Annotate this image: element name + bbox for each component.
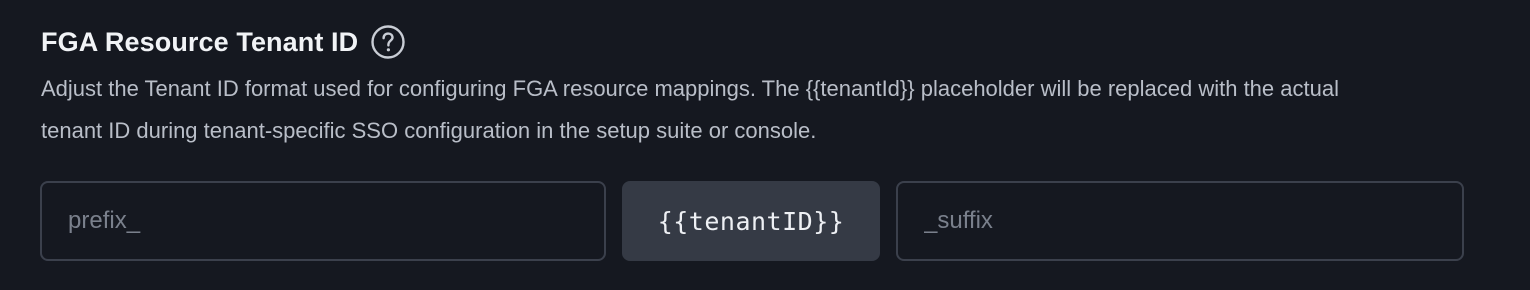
fga-resource-tenant-id-section: FGA Resource Tenant ID Adjust the Tenant… bbox=[0, 0, 1530, 290]
question-circle-icon[interactable] bbox=[370, 24, 406, 60]
question-circle-icon-graphic bbox=[371, 25, 405, 59]
prefix-input[interactable] bbox=[40, 181, 606, 261]
section-title: FGA Resource Tenant ID bbox=[41, 26, 359, 57]
suffix-input[interactable] bbox=[896, 181, 1464, 261]
tenant-id-format-row: {{tenantID}} bbox=[40, 181, 1464, 261]
section-header: FGA Resource Tenant ID bbox=[41, 22, 406, 62]
section-description: Adjust the Tenant ID format used for con… bbox=[41, 76, 1339, 143]
tenant-id-token: {{tenantID}} bbox=[622, 181, 880, 261]
